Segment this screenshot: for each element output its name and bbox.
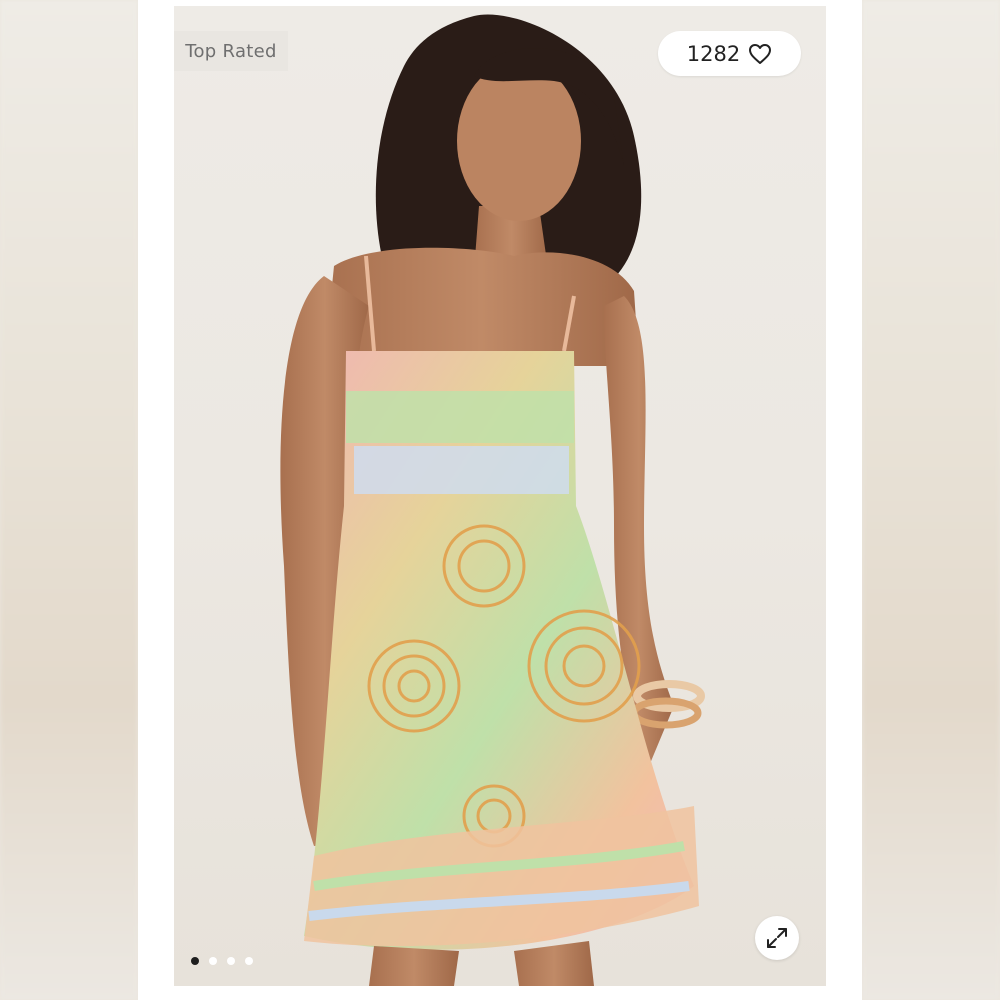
model-illustration — [280, 14, 705, 986]
product-photo[interactable] — [174, 6, 826, 986]
like-count: 1282 — [686, 41, 741, 66]
like-button[interactable]: 1282 — [658, 31, 801, 76]
blurred-background-left — [0, 0, 138, 1000]
top-rated-badge: Top Rated — [174, 31, 288, 71]
expand-arrows-icon — [767, 928, 787, 948]
expand-button[interactable] — [755, 916, 799, 960]
carousel-dot[interactable] — [227, 957, 235, 965]
carousel-indicator — [191, 957, 253, 965]
carousel-dot[interactable] — [191, 957, 199, 965]
blurred-background-right — [862, 0, 1000, 1000]
heart-outline-icon — [749, 43, 772, 64]
carousel-dot[interactable] — [209, 957, 217, 965]
carousel-dot[interactable] — [245, 957, 253, 965]
